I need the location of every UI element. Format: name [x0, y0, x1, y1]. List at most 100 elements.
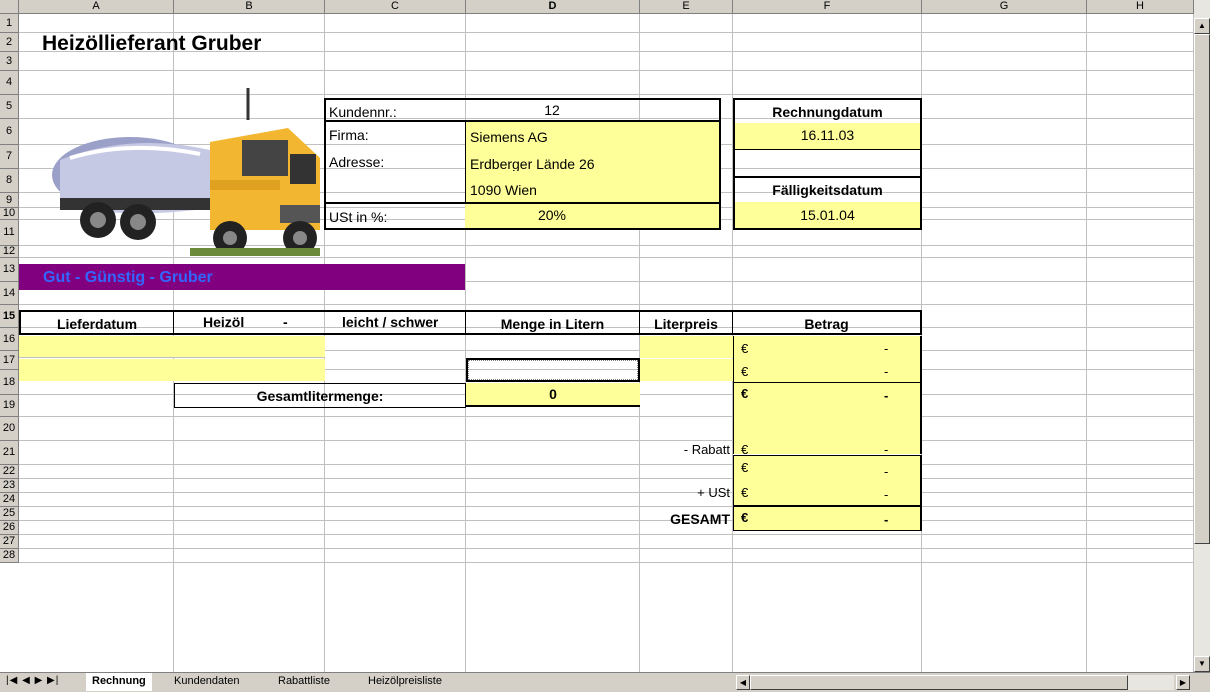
gridline-horizontal — [19, 304, 1194, 305]
row-header-21[interactable]: 21 — [0, 441, 19, 465]
row-header-4[interactable]: 4 — [0, 71, 19, 95]
scroll-thumb[interactable] — [1194, 34, 1210, 544]
summe-currency: € — [741, 387, 749, 400]
column-header-a[interactable]: A — [19, 0, 174, 14]
row-header-24[interactable]: 24 — [0, 493, 19, 507]
tab-kundendaten[interactable]: Kundendaten — [168, 673, 245, 691]
tab-prev-icon[interactable]: ◀ — [22, 675, 31, 686]
row-header-3[interactable]: 3 — [0, 52, 19, 71]
rechnungsdatum-value[interactable]: 16.11.03 — [733, 123, 922, 149]
ust-betrag-box[interactable] — [733, 479, 922, 507]
sheet-title: Heizöllieferant Gruber — [42, 33, 262, 54]
row-header-7[interactable]: 7 — [0, 145, 19, 169]
row15-amount: - — [884, 365, 889, 378]
spreadsheet-grid[interactable]: ABCDEFGH 1 2 3 4 5 6 7 8 9 10 11 12 13 14 15 16 17 18 19 20… — [0, 0, 1194, 672]
gridline-horizontal — [19, 520, 1194, 521]
gridline-horizontal — [19, 534, 1194, 535]
summe-amount: - — [884, 389, 889, 402]
row-header-28[interactable]: 28 — [0, 549, 19, 563]
header-heizoel: Heizöl — [203, 315, 245, 329]
vertical-scrollbar[interactable]: ▲ ▼ — [1194, 0, 1210, 672]
row-header-9[interactable]: 9 — [0, 193, 19, 208]
row-header-27[interactable]: 27 — [0, 535, 19, 549]
row-header-18[interactable]: 18 — [0, 370, 19, 395]
hscroll-thumb[interactable] — [750, 675, 1128, 690]
row-header-8[interactable]: 8 — [0, 169, 19, 193]
column-header-h[interactable]: H — [1087, 0, 1194, 14]
row-header-12[interactable]: 12 — [0, 246, 19, 258]
column-header-c[interactable]: C — [325, 0, 466, 14]
row-header-11[interactable]: 11 — [0, 220, 19, 246]
ust-label: USt in %: — [324, 202, 465, 230]
row-header-14[interactable]: 14 — [0, 282, 19, 305]
ust-amount: - — [884, 488, 889, 501]
row14-betrag[interactable] — [733, 336, 922, 359]
hscroll-left-icon[interactable]: ◀ — [736, 675, 750, 690]
row15-yellow-ab[interactable] — [19, 359, 325, 381]
column-header-d[interactable]: D — [466, 0, 640, 14]
header-betrag: Betrag — [733, 310, 922, 335]
row-header-22[interactable]: 22 — [0, 465, 19, 479]
date-spacer — [733, 149, 922, 176]
gridline-horizontal — [19, 492, 1194, 493]
adresse-label: Adresse: — [329, 155, 385, 169]
tab-first-icon[interactable]: |◀ — [6, 675, 18, 686]
row-header-16[interactable]: 16 — [0, 328, 19, 351]
row-header-25[interactable]: 25 — [0, 507, 19, 521]
select-all-corner[interactable] — [0, 0, 19, 14]
kundennr-value: 12 — [544, 103, 560, 117]
tab-rechnung[interactable]: Rechnung — [86, 673, 152, 691]
row-header-19[interactable]: 19 — [0, 395, 19, 417]
row-header-23[interactable]: 23 — [0, 479, 19, 493]
gesamt-amount: - — [884, 513, 889, 526]
column-header-b[interactable]: B — [174, 0, 325, 14]
zwischensumme-box[interactable] — [733, 455, 922, 479]
column-header-e[interactable]: E — [640, 0, 733, 14]
row-header-10[interactable]: 10 — [0, 208, 19, 220]
scroll-up-icon[interactable]: ▲ — [1194, 18, 1210, 34]
kundennr-label: Kundennr.: — [324, 98, 465, 122]
row-header-15[interactable]: 15 — [0, 305, 19, 328]
adresse-line2[interactable]: 1090 Wien — [470, 183, 537, 197]
row-header-2[interactable]: 2 — [0, 33, 19, 52]
adresse-line1[interactable]: Erdberger Lände 26 — [470, 157, 595, 171]
faelligkeit-value[interactable]: 15.01.04 — [733, 202, 922, 230]
row-header-13[interactable]: 13 — [0, 258, 19, 282]
header-literpreis: Literpreis — [640, 310, 733, 335]
zwischensumme-currency: € — [741, 461, 749, 474]
tab-rabattliste[interactable]: Rabattliste — [272, 673, 336, 691]
row-header-20[interactable]: 20 — [0, 417, 19, 441]
gesamt-box[interactable] — [733, 507, 922, 531]
row-header-1[interactable]: 1 — [0, 14, 19, 33]
gridline-horizontal — [19, 416, 1194, 417]
hscroll-right-icon[interactable]: ▶ — [1176, 675, 1190, 690]
column-header-g[interactable]: G — [922, 0, 1087, 14]
gesamt-currency: € — [741, 511, 749, 524]
firma-value[interactable]: Siemens AG — [470, 130, 548, 144]
scroll-down-icon[interactable]: ▼ — [1194, 656, 1210, 672]
gridline-horizontal — [19, 440, 1194, 441]
row-header-5[interactable]: 5 — [0, 95, 19, 119]
gridline-horizontal — [19, 548, 1194, 549]
row-header-26[interactable]: 26 — [0, 521, 19, 535]
tab-heizoelpreisliste[interactable]: Heizölpreisliste — [362, 673, 448, 691]
hscroll-track[interactable] — [1128, 675, 1174, 690]
ust-value[interactable]: 20% — [465, 208, 639, 222]
tab-last-icon[interactable]: ▶| — [47, 675, 59, 686]
header-dash: - — [283, 315, 288, 329]
zwischensumme-amount: - — [884, 465, 889, 478]
ust-currency: € — [741, 486, 749, 499]
column-header-f[interactable]: F — [733, 0, 922, 14]
tab-next-icon[interactable]: ▶ — [35, 675, 44, 686]
row-header-6[interactable]: 6 — [0, 119, 19, 145]
betrag-summe-box[interactable] — [733, 382, 922, 454]
row14-yellow-ab[interactable] — [19, 336, 325, 358]
rabatt-label: - Rabatt — [683, 443, 730, 456]
gesamtliter-value[interactable]: 0 — [466, 383, 640, 407]
row15-betrag[interactable] — [733, 359, 922, 382]
row15-literpreis[interactable] — [640, 359, 733, 381]
gridline-horizontal — [19, 70, 1194, 71]
row-header-17[interactable]: 17 — [0, 351, 19, 370]
header-menge: Menge in Litern — [466, 310, 640, 335]
row14-literpreis[interactable] — [640, 336, 733, 358]
